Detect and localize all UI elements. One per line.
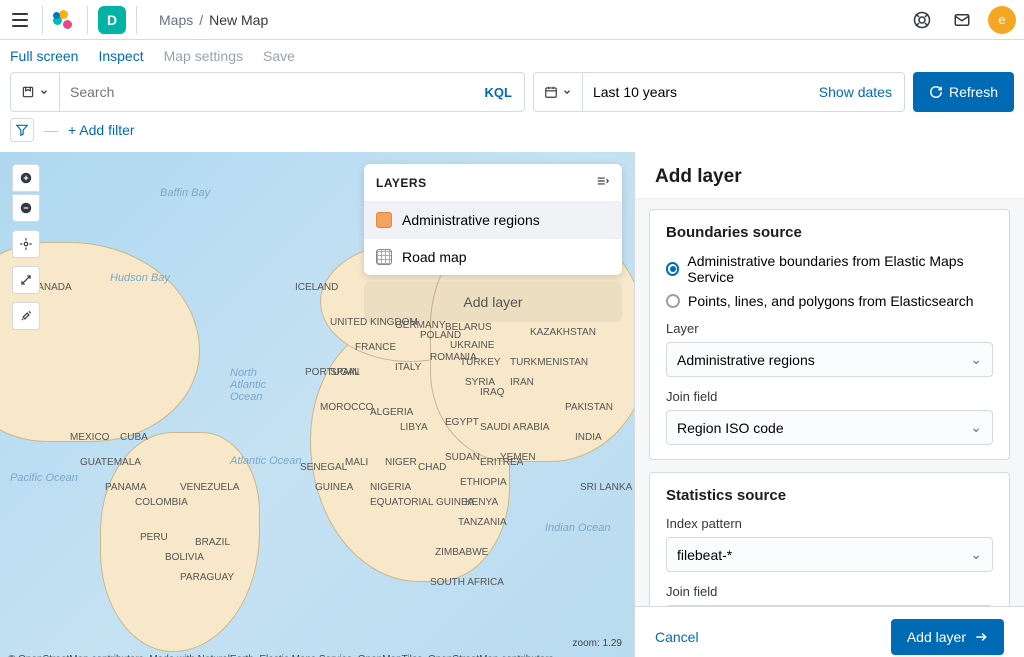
ocean-label: Indian Ocean [545, 522, 610, 534]
add-filter-link[interactable]: + Add filter [68, 122, 135, 138]
map-canvas[interactable]: CANADA MEXICO CUBA GUATEMALA PANAMA COLO… [0, 152, 634, 657]
expand-button[interactable] [12, 266, 40, 294]
query-bar: KQL Last 10 years Show dates Refresh [0, 72, 1024, 112]
save-link: Save [263, 48, 295, 64]
zoom-out-button[interactable] [12, 194, 40, 222]
mail-icon[interactable] [948, 6, 976, 34]
show-dates-link[interactable]: Show dates [807, 84, 904, 100]
radio-icon [666, 294, 680, 308]
radio-label: Administrative boundaries from Elastic M… [687, 253, 993, 285]
breadcrumb-app[interactable]: Maps [159, 12, 193, 28]
time-range-text[interactable]: Last 10 years [583, 84, 807, 100]
cancel-button[interactable]: Cancel [655, 629, 699, 645]
arrow-right-icon [974, 630, 988, 644]
ocean-label: North Atlantic Ocean [230, 367, 290, 403]
help-icon[interactable] [908, 6, 936, 34]
add-layer-submit-button[interactable]: Add layer [891, 619, 1004, 655]
kql-toggle[interactable]: KQL [473, 85, 524, 100]
country-label: SRI LANKA [580, 482, 632, 493]
panel-footer: Cancel Add layer [635, 606, 1024, 657]
divider [136, 6, 137, 34]
chevron-down-icon: ⌄ [970, 546, 982, 563]
radio-elasticsearch[interactable]: Points, lines, and polygons from Elastic… [666, 293, 993, 309]
saved-query-button[interactable] [11, 73, 60, 111]
inspect-link[interactable]: Inspect [98, 48, 143, 64]
chevron-down-icon: ⌄ [970, 351, 982, 368]
add-layer-map-button[interactable]: Add layer [364, 282, 622, 322]
radio-icon [666, 262, 679, 276]
radio-label: Points, lines, and polygons from Elastic… [688, 293, 974, 309]
breadcrumb-current: New Map [209, 12, 268, 28]
select-value: Region ISO code [677, 420, 784, 436]
chevron-down-icon: ⌄ [970, 419, 982, 436]
statistics-source-card: Statistics source Index pattern filebeat… [649, 472, 1010, 606]
map-toolbar: Full screen Inspect Map settings Save [0, 40, 1024, 72]
layer-swatch-icon [376, 249, 392, 265]
zoom-in-button[interactable] [12, 164, 40, 192]
radio-elastic-maps-service[interactable]: Administrative boundaries from Elastic M… [666, 253, 993, 285]
breadcrumb-sep: / [199, 12, 203, 28]
layer-item-road-map[interactable]: Road map [364, 238, 622, 275]
user-avatar[interactable]: e [988, 6, 1016, 34]
main-area: CANADA MEXICO CUBA GUATEMALA PANAMA COLO… [0, 152, 1024, 657]
layer-item-admin-regions[interactable]: Administrative regions [364, 201, 622, 238]
fit-bounds-button[interactable] [12, 230, 40, 258]
join-field-label: Join field [666, 389, 993, 404]
ocean-label: Baffin Bay [160, 187, 210, 199]
index-pattern-label: Index pattern [666, 516, 993, 531]
join-field-select[interactable]: Region ISO code ⌄ [666, 410, 993, 445]
time-picker-button[interactable] [534, 73, 583, 111]
layers-panel: LAYERS Administrative regions Road map [364, 164, 622, 275]
panel-title: Add layer [635, 152, 1024, 199]
collapse-panel-icon[interactable] [596, 174, 610, 191]
select-value: Administrative regions [677, 352, 815, 368]
space-badge[interactable]: D [98, 6, 126, 34]
add-layer-panel: Add layer Boundaries source Administrati… [634, 152, 1024, 657]
elastic-logo-icon[interactable] [53, 10, 73, 30]
app-header: D Maps / New Map e [0, 0, 1024, 40]
breadcrumb: Maps / New Map [159, 12, 268, 28]
tools-button[interactable] [12, 302, 40, 330]
filter-bar: — + Add filter [0, 112, 1024, 152]
layer-field-label: Layer [666, 321, 993, 336]
layer-label: Administrative regions [402, 212, 540, 228]
map-settings-link: Map settings [164, 48, 243, 64]
select-value: filebeat-* [677, 547, 732, 563]
boundaries-title: Boundaries source [666, 224, 993, 241]
refresh-label: Refresh [949, 84, 998, 100]
divider [42, 6, 43, 34]
filter-options-icon[interactable] [10, 118, 34, 142]
ocean-label: Pacific Ocean [10, 472, 78, 484]
boundaries-source-card: Boundaries source Administrative boundar… [649, 209, 1010, 460]
add-layer-label: Add layer [907, 629, 966, 645]
layer-select[interactable]: Administrative regions ⌄ [666, 342, 993, 377]
full-screen-link[interactable]: Full screen [10, 48, 78, 64]
hamburger-menu[interactable] [8, 8, 32, 32]
search-input[interactable] [60, 84, 473, 100]
stats-join-field-label: Join field [666, 584, 993, 599]
layer-label: Road map [402, 249, 467, 265]
refresh-button[interactable]: Refresh [913, 72, 1014, 112]
divider [87, 6, 88, 34]
layer-swatch-icon [376, 212, 392, 228]
statistics-title: Statistics source [666, 487, 993, 504]
zoom-indicator: zoom: 1.29 [573, 638, 622, 649]
layers-panel-title: LAYERS [376, 176, 427, 190]
index-pattern-select[interactable]: filebeat-* ⌄ [666, 537, 993, 572]
